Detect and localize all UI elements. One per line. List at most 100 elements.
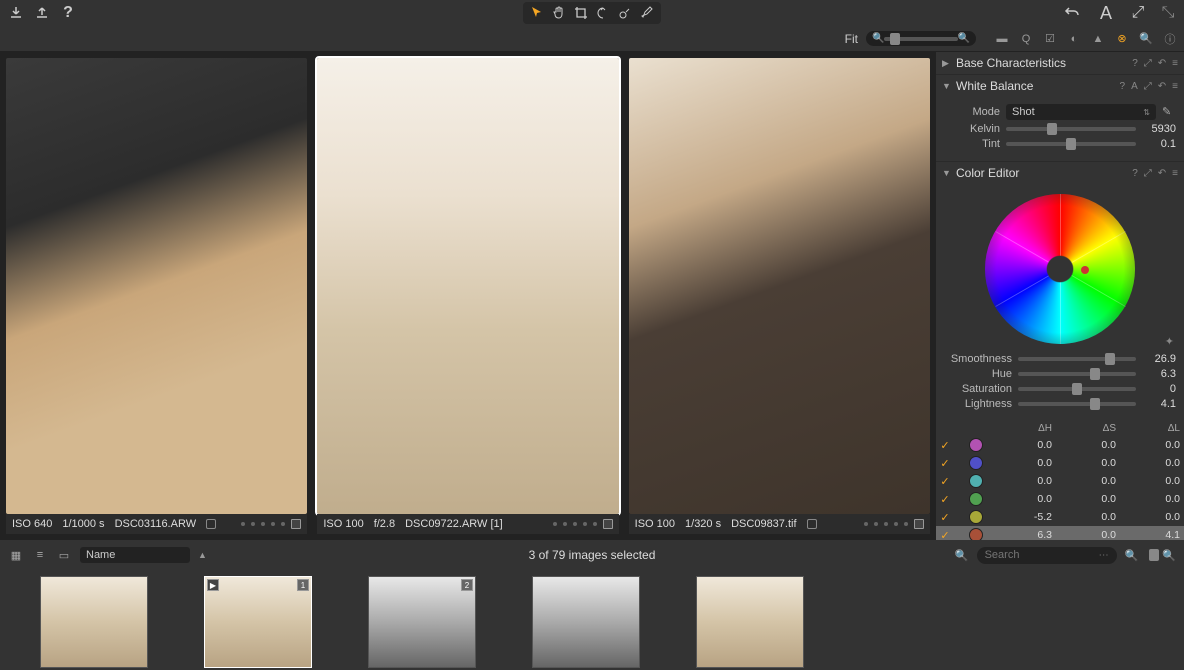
color-swatch[interactable]	[969, 438, 983, 452]
filmstrip-view-icon[interactable]: ▭	[56, 547, 72, 563]
spot-tool-icon[interactable]	[617, 5, 633, 21]
zoom-fit-label[interactable]: Fit	[845, 32, 858, 46]
search-options-icon[interactable]: ⋯	[1099, 550, 1109, 561]
variant-icon[interactable]	[914, 519, 924, 529]
auto-adjust-icon[interactable]: A	[1100, 3, 1110, 24]
smoothness-slider[interactable]	[1018, 357, 1136, 361]
chevron-down-icon: ▼	[942, 81, 952, 91]
smoothness-value[interactable]: 26.9	[1142, 353, 1176, 365]
tint-value[interactable]: 0.1	[1142, 138, 1176, 150]
viewer-image-2[interactable]: ISO 100 f/2.8 DSC09722.ARW [1]	[317, 58, 618, 534]
color-wheel[interactable]	[985, 194, 1135, 344]
grid-view-icon[interactable]: ▦	[8, 547, 24, 563]
filmstrip-thumbnail[interactable]	[696, 576, 804, 664]
pick-checkbox[interactable]	[206, 519, 216, 529]
viewer-image-1[interactable]: ISO 640 1/1000 s DSC03116.ARW	[6, 58, 307, 534]
row-check-icon[interactable]: ✓	[940, 512, 950, 522]
saturation-value[interactable]: 0	[1142, 383, 1176, 395]
saturation-slider[interactable]	[1018, 387, 1136, 391]
expand-icon[interactable]: ⤢	[1130, 5, 1146, 21]
crop-tool-icon[interactable]	[573, 5, 589, 21]
color-swatch[interactable]	[969, 492, 983, 506]
color-swatch[interactable]	[969, 528, 983, 540]
metadata-tab-icon[interactable]: 🔍	[1138, 31, 1154, 47]
row-check-icon[interactable]: ✓	[940, 440, 950, 450]
color-wheel-marker[interactable]	[1081, 266, 1089, 274]
brush-tool-icon[interactable]	[639, 5, 655, 21]
import-icon[interactable]	[8, 5, 24, 21]
cursor-tool-icon[interactable]	[529, 5, 545, 21]
list-view-icon[interactable]: ≡	[32, 547, 48, 563]
expand-icon[interactable]: ⤢	[1144, 58, 1152, 69]
hue-value[interactable]: 6.3	[1142, 368, 1176, 380]
color-swatch[interactable]	[969, 456, 983, 470]
reset-icon[interactable]: ↶	[1158, 58, 1166, 69]
variant-icon[interactable]	[603, 519, 613, 529]
color-swatch[interactable]	[969, 474, 983, 488]
iso-label: ISO 100	[323, 518, 363, 530]
menu-icon[interactable]: ≡	[1172, 58, 1178, 69]
color-edit-row[interactable]: ✓0.00.00.0	[936, 490, 1184, 508]
panel-header[interactable]: ▼ White Balance ?A⤢↶≡	[936, 75, 1184, 97]
panel-header[interactable]: ▶ Base Characteristics ?⤢↶≡	[936, 52, 1184, 74]
details-tab-icon[interactable]: ◐	[1066, 31, 1082, 47]
row-check-icon[interactable]: ✓	[940, 476, 950, 486]
lens-tab-icon[interactable]: Q	[1018, 31, 1034, 47]
expand-icon[interactable]: ⤢	[1144, 168, 1152, 179]
hue-slider[interactable]	[1018, 372, 1136, 376]
lightness-slider[interactable]	[1018, 402, 1136, 406]
row-check-icon[interactable]: ✓	[940, 458, 950, 468]
expand-icon[interactable]: ⤢	[1144, 81, 1152, 92]
color-tab-icon[interactable]: ⊗	[1114, 31, 1130, 47]
magic-wand-icon[interactable]: ✦	[1165, 335, 1174, 348]
eyedropper-icon[interactable]: ✎	[1162, 105, 1176, 119]
color-edit-row[interactable]: ✓0.00.00.0	[936, 436, 1184, 454]
panel-header[interactable]: ▼ Color Editor ?⤢↶≡	[936, 162, 1184, 184]
menu-icon[interactable]: ≡	[1172, 168, 1178, 179]
rotate-tool-icon[interactable]	[595, 5, 611, 21]
photo-preview	[317, 58, 618, 514]
zoom-in-icon[interactable]: 🔍	[1162, 549, 1176, 562]
menu-icon[interactable]: ≡	[1172, 81, 1178, 92]
zoom-slider-group[interactable]: 🔍 🔍	[866, 31, 976, 46]
hand-tool-icon[interactable]	[551, 5, 567, 21]
filmstrip-thumbnail[interactable]	[532, 576, 640, 664]
color-edit-row[interactable]: ✓0.00.00.0	[936, 472, 1184, 490]
wb-mode-select[interactable]: Shot⇅	[1006, 104, 1156, 120]
sort-select[interactable]: Name	[80, 547, 190, 563]
reset-icon[interactable]: ↶	[1158, 81, 1166, 92]
help-icon[interactable]: ?	[1132, 168, 1138, 179]
color-edit-row[interactable]: ✓0.00.00.0	[936, 454, 1184, 472]
search-field[interactable]: ⋯	[977, 547, 1117, 564]
adjust-tab-icon[interactable]: ☑	[1042, 31, 1058, 47]
filmstrip-thumbnail[interactable]: ▶1	[204, 576, 312, 664]
undo-icon[interactable]	[1064, 5, 1080, 21]
search-input[interactable]	[985, 549, 1093, 561]
row-check-icon[interactable]: ✓	[940, 530, 950, 540]
variant-icon[interactable]	[291, 519, 301, 529]
pick-checkbox[interactable]	[807, 519, 817, 529]
auto-icon[interactable]: A	[1131, 81, 1138, 92]
output-tab-icon[interactable]: ⓘ	[1162, 31, 1178, 47]
tint-slider[interactable]	[1006, 142, 1136, 146]
local-tab-icon[interactable]: ▲	[1090, 31, 1106, 47]
kelvin-slider[interactable]	[1006, 127, 1136, 131]
row-check-icon[interactable]: ✓	[940, 494, 950, 504]
export-icon[interactable]	[34, 5, 50, 21]
color-edit-row[interactable]: ✓-5.20.00.0	[936, 508, 1184, 526]
filmstrip-thumbnail[interactable]: 2	[368, 576, 476, 664]
color-swatch[interactable]	[969, 510, 983, 524]
library-tab-icon[interactable]: ▬	[994, 31, 1010, 47]
help-icon[interactable]: ?	[60, 5, 76, 21]
color-edit-row[interactable]: ✓6.30.04.1	[936, 526, 1184, 540]
help-icon[interactable]: ?	[1120, 81, 1126, 92]
lightness-value[interactable]: 4.1	[1142, 398, 1176, 410]
help-icon[interactable]: ?	[1132, 58, 1138, 69]
filmstrip-thumbnail[interactable]	[40, 576, 148, 664]
viewer-image-3[interactable]: ISO 100 1/320 s DSC09837.tif	[629, 58, 930, 534]
collapse-icon[interactable]: ⤡	[1160, 5, 1176, 21]
reset-icon[interactable]: ↶	[1158, 168, 1166, 179]
zoom-out-icon[interactable]: 🔍	[1125, 549, 1139, 562]
sort-direction-icon[interactable]: ▲	[198, 550, 207, 560]
kelvin-value[interactable]: 5930	[1142, 123, 1176, 135]
